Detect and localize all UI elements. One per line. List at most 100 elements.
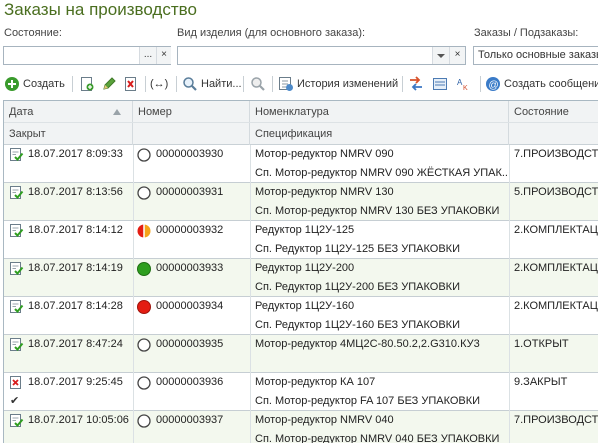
row-nomenclature: Редуктор 1Ц2У-160 [255, 300, 355, 312]
circle-empty-icon [136, 337, 152, 356]
row-state: 7.ПРОИЗВОДСТВО [514, 148, 598, 160]
copy-button[interactable] [79, 74, 95, 94]
toolbar-divider [145, 76, 146, 92]
row-number: 00000003933 [156, 262, 224, 274]
cancel-search-button[interactable] [250, 74, 266, 94]
state-select-button[interactable]: ... [139, 47, 156, 64]
row-number: 00000003931 [156, 186, 224, 198]
column-header-number[interactable]: Номер [133, 101, 250, 123]
column-header-date[interactable]: Дата [4, 101, 133, 123]
row-number: 00000003930 [156, 148, 224, 160]
row-date: 18.07.2017 8:47:24 [28, 338, 123, 350]
create-message-button-label: Создать сообщение [504, 78, 598, 90]
column-divider [250, 221, 251, 259]
row-specification: Сп. Мотор-редуктор FA 107 БЕЗ УПАКОВКИ [255, 395, 481, 407]
row-state: 9.ЗАКРЫТ [514, 376, 568, 388]
column-header-nomenclature[interactable]: Номенклатура [250, 101, 509, 123]
search-icon [183, 77, 197, 91]
find-button[interactable]: Найти... [182, 74, 242, 94]
row-specification: Сп. Мотор-редуктор NMRV 040 БЕЗ УПАКОВКИ [255, 433, 500, 443]
table-row[interactable]: 18.07.2017 8:47:24 00000003935 Мотор-редук… [4, 335, 598, 373]
state-clear-button[interactable]: × [156, 47, 171, 64]
product-filter-label: Вид изделия (для основного заказа): [177, 27, 366, 39]
delete-button[interactable] [123, 74, 139, 94]
column-divider [133, 411, 134, 443]
column-header-blank [133, 123, 250, 145]
product-filter-field[interactable]: × [177, 46, 466, 65]
circle-empty-icon [136, 413, 152, 432]
copy-document-icon [81, 77, 94, 91]
document-posted-icon [8, 337, 24, 355]
create-button[interactable]: Создать [4, 74, 65, 94]
column-divider [250, 145, 251, 183]
search-cancel-icon [251, 77, 265, 91]
report-button[interactable] [432, 74, 448, 94]
spellcheck-button[interactable]: AK [456, 74, 472, 94]
document-deleted-icon [8, 375, 24, 393]
table-row[interactable]: 18.07.2017 9:25:45 ✔ 00000003936 Мотор-реду… [4, 373, 598, 411]
row-closed-mark [10, 240, 30, 259]
row-date: 18.07.2017 8:13:56 [28, 186, 123, 198]
plus-circle-icon [5, 77, 19, 91]
exchange-button[interactable] [408, 74, 424, 94]
product-dropdown-button[interactable] [432, 47, 449, 64]
column-header-closed[interactable]: Закрыт [4, 123, 133, 145]
document-posted-icon [8, 185, 24, 203]
spellcheck-icon: AK [457, 78, 468, 92]
svg-text:@: @ [489, 80, 499, 91]
delete-mark-icon [125, 77, 136, 91]
history-button[interactable]: История изменений [278, 74, 398, 94]
row-specification [255, 354, 507, 373]
table-row[interactable]: 18.07.2017 8:14:12 00000003932 Редуктор 1Ц… [4, 221, 598, 259]
column-divider [250, 411, 251, 443]
row-closed-mark [10, 354, 30, 373]
product-clear-button[interactable]: × [449, 47, 465, 64]
swap-button[interactable]: (↔) [150, 74, 168, 94]
column-header-blank [509, 123, 598, 145]
column-header-specification[interactable]: Спецификация [250, 123, 509, 145]
column-divider [509, 183, 510, 221]
row-closed-mark [10, 278, 30, 297]
exchange-icon [410, 76, 422, 91]
row-closed-mark [10, 316, 30, 335]
row-closed-mark [10, 202, 30, 221]
document-posted-icon [8, 147, 24, 165]
column-divider [250, 183, 251, 221]
sort-ascending-icon [113, 109, 121, 115]
row-date: 18.07.2017 8:14:19 [28, 262, 123, 274]
table-row[interactable]: 18.07.2017 8:13:56 00000003931 Мотор-редук… [4, 183, 598, 221]
row-date: 18.07.2017 10:05:06 [28, 414, 129, 426]
column-divider [509, 259, 510, 297]
table-body: 18.07.2017 8:09:33 00000003930 Мотор-редук… [4, 145, 598, 443]
column-divider [133, 373, 134, 411]
edit-button[interactable] [101, 74, 117, 94]
toolbar: Создать (↔) Найти... История изменений A… [0, 71, 598, 97]
circle-red-orange-icon [136, 223, 152, 242]
column-divider [133, 259, 134, 297]
row-nomenclature: Мотор-редуктор NMRV 090 [255, 148, 394, 160]
table-header: Дата Номер Номенклатура Состояние Закрыт… [4, 101, 598, 145]
table-row[interactable]: 18.07.2017 10:05:06 00000003937 Мотор-реду… [4, 411, 598, 443]
document-posted-icon [8, 261, 24, 279]
table-row[interactable]: 18.07.2017 8:14:28 00000003934 Редуктор 1Ц… [4, 297, 598, 335]
report-icon [433, 78, 447, 90]
column-divider [133, 145, 134, 183]
row-date: 18.07.2017 9:25:45 [28, 376, 123, 388]
create-message-button[interactable]: @ Создать сообщение [485, 74, 598, 94]
state-filter-label: Состояние: [4, 27, 62, 39]
table-row[interactable]: 18.07.2017 8:09:33 00000003930 Мотор-редук… [4, 145, 598, 183]
circle-empty-icon [136, 185, 152, 204]
row-specification: Сп. Мотор-редуктор NMRV 130 БЕЗ УПАКОВКИ [255, 205, 500, 217]
orders-filter-field[interactable]: Только основные заказы [473, 46, 598, 65]
row-nomenclature: Мотор-редуктор 4МЦ2С-80.50.2,2.G310.КУ3 [255, 338, 480, 350]
table-row[interactable]: 18.07.2017 8:14:19 00000003933 Редуктор 1Ц… [4, 259, 598, 297]
column-divider [250, 259, 251, 297]
row-nomenclature: Редуктор 1Ц2У-200 [255, 262, 355, 274]
row-state: 7.ПРОИЗВОДСТВО [514, 414, 598, 426]
column-header-state[interactable]: Состояние [509, 101, 598, 123]
state-filter-field[interactable]: ... × [3, 46, 171, 65]
column-divider [509, 335, 510, 373]
row-number: 00000003935 [156, 338, 224, 350]
row-state: 2.КОМПЛЕКТАЦИЯ [514, 224, 598, 236]
column-divider [509, 221, 510, 259]
